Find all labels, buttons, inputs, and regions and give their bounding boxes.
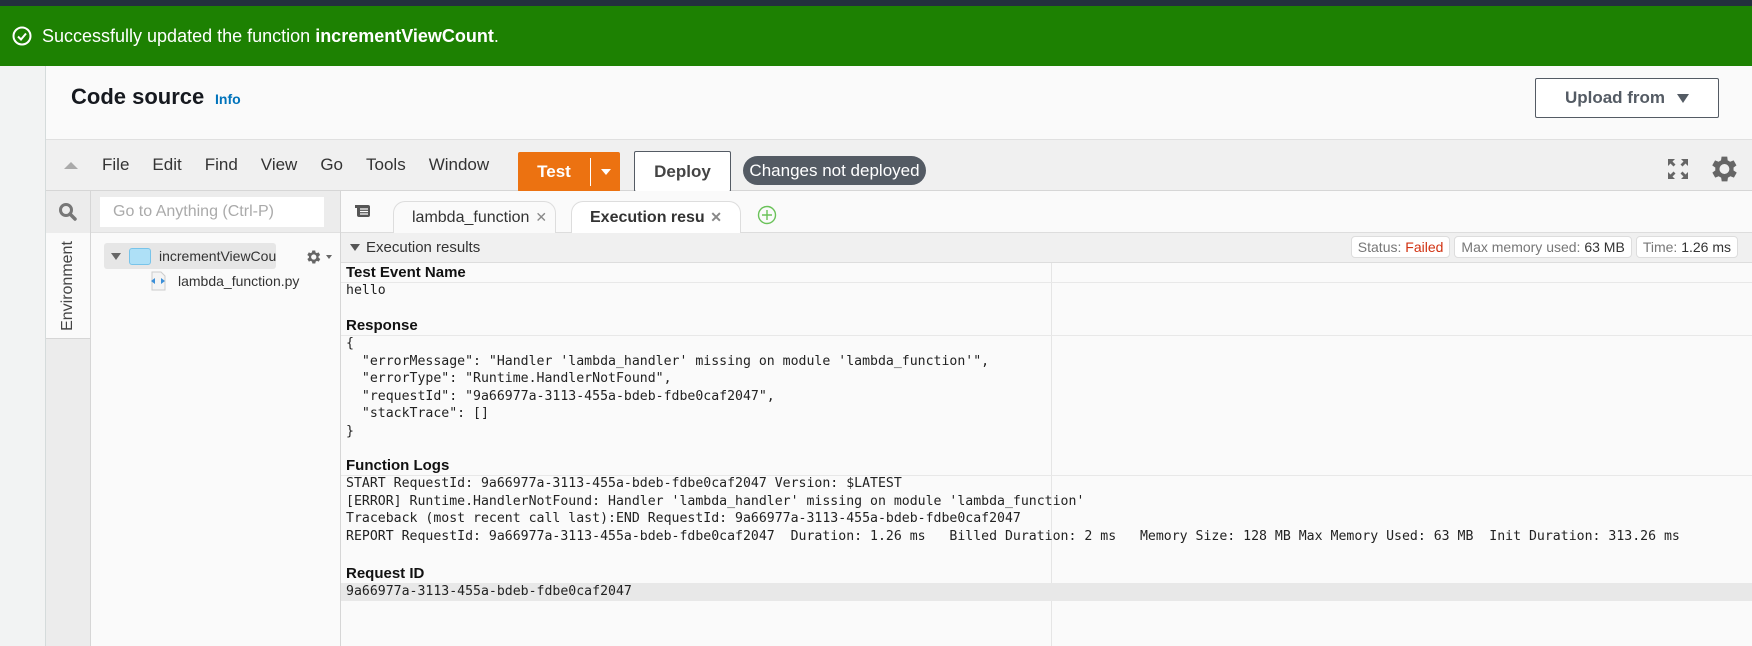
response-line: "stackTrace": []: [346, 406, 489, 421]
deploy-button[interactable]: Deploy: [634, 151, 731, 192]
editor-area: lambda_function ✕ Execution results ✕ Ex…: [341, 191, 1752, 646]
execution-results-header[interactable]: Execution results Status: Failed Max mem…: [341, 233, 1752, 263]
flash-message-prefix: Successfully updated the function: [42, 25, 316, 46]
environment-tab[interactable]: Environment: [46, 233, 90, 339]
flash-message-suffix: .: [493, 25, 499, 46]
check-circle-icon: [12, 26, 32, 46]
code-source-panel: Code source Info Upload from File Edit F…: [46, 66, 1752, 646]
editor-tab-bar: lambda_function ✕ Execution results ✕: [341, 191, 1752, 233]
status-badge: Status: Failed: [1350, 236, 1451, 258]
settings-gear-icon[interactable]: [1706, 152, 1740, 186]
menu-find[interactable]: Find: [205, 155, 238, 175]
divider: [341, 282, 1752, 283]
execution-results-output[interactable]: Test Event Name hello Response { "errorM…: [341, 263, 1752, 646]
response-line: "errorMessage": "Handler 'lambda_handler…: [346, 353, 990, 369]
log-line: [ERROR] Runtime.HandlerNotFound: Handler…: [346, 493, 1085, 509]
success-flash-banner: Successfully updated the function increm…: [0, 6, 1752, 66]
upload-from-button[interactable]: Upload from: [1535, 78, 1719, 118]
menu-bar: File Edit Find View Go Tools Window: [102, 155, 512, 175]
caret-down-icon: [1677, 93, 1690, 103]
goto-bar: [91, 191, 340, 233]
tree-folder-incrementViewCount[interactable]: incrementViewCount: [104, 243, 276, 269]
menu-edit[interactable]: Edit: [152, 155, 181, 175]
time-value: 1.26 ms: [1681, 239, 1731, 255]
response-line: {: [346, 336, 354, 351]
memory-label: Max memory used:: [1461, 239, 1585, 255]
menu-go[interactable]: Go: [320, 155, 343, 175]
upload-from-label: Upload from: [1564, 88, 1666, 107]
changes-not-deployed-badge: Changes not deployed: [743, 156, 926, 185]
response-line: "requestId": "9a66977a-3113-455a-bdeb-fd…: [346, 388, 775, 404]
execution-results-title: Execution results: [366, 239, 481, 256]
goto-anything-input[interactable]: [100, 197, 324, 227]
file-label: lambda_function.py: [178, 273, 300, 289]
folder-label: incrementViewCount: [159, 248, 276, 264]
collapse-triangle-icon[interactable]: [350, 244, 360, 251]
log-line: REPORT RequestId: 9a66977a-3113-455a-bde…: [346, 528, 1680, 544]
folder-icon: [129, 247, 151, 265]
file-tree: incrementViewCount lambda_function.py: [91, 191, 341, 646]
ide-toolbar: File Edit Find View Go Tools Window Test…: [46, 139, 1752, 192]
menu-view[interactable]: View: [261, 155, 298, 175]
status-label: Status:: [1357, 239, 1406, 255]
log-line: START RequestId: 9a66977a-3113-455a-bdeb…: [346, 476, 902, 491]
flash-function-name: incrementViewCount: [315, 25, 494, 46]
fullscreen-icon[interactable]: [1666, 157, 1690, 181]
search-icon: [59, 203, 77, 221]
tab-lambda-function[interactable]: lambda_function ✕: [393, 201, 556, 233]
test-button[interactable]: Test: [518, 162, 590, 182]
tab-label: lambda_function: [412, 208, 530, 226]
status-value: Failed: [1405, 239, 1444, 255]
time-label: Time:: [1642, 239, 1682, 255]
close-tab-icon[interactable]: ✕: [710, 209, 722, 226]
info-link[interactable]: Info: [215, 91, 241, 107]
log-line: Traceback (most recent call last):END Re…: [346, 511, 1021, 526]
divider: [341, 335, 1752, 336]
test-button-group: Test: [518, 152, 620, 192]
tab-list-icon[interactable]: [355, 204, 371, 218]
environment-side-panel: Environment: [46, 191, 91, 646]
expand-triangle-icon[interactable]: [111, 252, 121, 260]
menu-window[interactable]: Window: [429, 155, 489, 175]
tree-file-lambda-function-py[interactable]: lambda_function.py: [148, 271, 299, 291]
panel-header: Code source Info Upload from: [46, 66, 1752, 139]
environment-tab-label: Environment: [59, 240, 76, 331]
function-logs-heading: Function Logs: [346, 457, 450, 474]
python-file-icon: [151, 271, 166, 291]
tab-execution-results[interactable]: Execution results ✕: [571, 201, 741, 233]
collapse-menu-icon[interactable]: [64, 162, 78, 169]
page-title: Code source: [71, 84, 205, 109]
tree-settings-gear-icon[interactable]: [303, 247, 333, 267]
response-line: "errorType": "Runtime.HandlerNotFound",: [346, 371, 672, 386]
response-line: }: [346, 423, 354, 439]
close-tab-icon[interactable]: ✕: [535, 209, 547, 226]
response-heading: Response: [346, 317, 418, 334]
test-dropdown-button[interactable]: [591, 169, 620, 175]
time-badge: Time: 1.26 ms: [1635, 236, 1738, 258]
caret-down-icon: [600, 169, 611, 175]
tab-label: Execution results: [590, 208, 705, 226]
request-id-heading: Request ID: [346, 565, 425, 582]
menu-tools[interactable]: Tools: [366, 155, 406, 175]
test-event-heading: Test Event Name: [346, 264, 466, 281]
memory-badge: Max memory used: 63 MB: [1454, 236, 1632, 258]
add-tab-icon[interactable]: [757, 205, 777, 225]
menu-file[interactable]: File: [102, 155, 129, 175]
search-toggle[interactable]: [46, 191, 90, 233]
test-event-value: hello: [346, 283, 386, 298]
request-id-value: 9a66977a-3113-455a-bdeb-fdbe0caf2047: [346, 584, 632, 599]
execution-badges: Status: Failed Max memory used: 63 MB Ti…: [1350, 236, 1738, 258]
left-gutter: [0, 66, 46, 646]
memory-value: 63 MB: [1584, 239, 1625, 255]
